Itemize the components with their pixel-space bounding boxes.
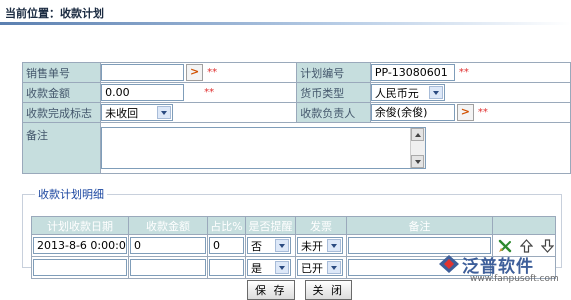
currency-select[interactable]: 人民币元 — [370, 84, 445, 101]
col-amount-header: 收款金额 — [128, 216, 208, 235]
required-mark: ** — [207, 67, 218, 78]
close-button[interactable]: 关 闭 — [304, 280, 352, 300]
col-actions-header — [492, 216, 556, 235]
row-date-input[interactable] — [33, 259, 127, 276]
chevron-down-icon — [428, 86, 443, 99]
col-invoice-header: 发票 — [295, 216, 347, 235]
scroll-up-icon[interactable] — [411, 128, 425, 141]
plan-form: 销售单号 > ** 计划编号 PP-13080601 ** 收款金额 0.00 ** … — [21, 62, 571, 174]
owner-label: 收款负责人 — [296, 102, 371, 123]
table-header-row: 计划收款日期 收款金额 占比% 是否提醒 发票 备注 — [31, 216, 556, 235]
col-date-header: 计划收款日期 — [31, 216, 129, 235]
sales-no-input[interactable] — [101, 64, 185, 81]
done-flag-label: 收款完成标志 — [21, 102, 102, 123]
chevron-down-icon — [327, 261, 341, 274]
save-button[interactable]: 保 存 — [247, 280, 295, 300]
sales-no-label: 销售单号 — [21, 62, 102, 83]
arrow-up-icon[interactable] — [519, 238, 533, 253]
row-pct-input[interactable]: 0 — [209, 237, 244, 254]
breadcrumb: 当前位置：收款计划 — [5, 7, 104, 20]
required-mark: ** — [458, 67, 469, 78]
chevron-down-icon — [275, 239, 289, 252]
sales-no-picker-button[interactable]: > — [186, 64, 204, 81]
row-remind-select[interactable]: 否 — [247, 237, 291, 254]
row-invoice-select[interactable]: 未开 — [297, 237, 343, 254]
row-pct-input[interactable] — [209, 259, 244, 276]
plan-detail-legend: 收款计划明细 — [38, 188, 104, 201]
col-note-header: 备注 — [346, 216, 493, 235]
plan-no-label: 计划编号 — [296, 62, 371, 83]
owner-picker-button[interactable]: > — [456, 104, 474, 121]
arrow-down-icon[interactable] — [540, 239, 554, 253]
row-invoice-select[interactable]: 已开 — [297, 259, 343, 276]
watermark-url: www.fanpusoft.com — [470, 274, 559, 284]
remark-textarea[interactable] — [101, 127, 427, 169]
amount-label: 收款金额 — [21, 82, 102, 103]
currency-label: 货币类型 — [296, 82, 371, 103]
chevron-down-icon — [157, 106, 172, 119]
remark-scrollbar[interactable] — [410, 128, 426, 168]
chevron-down-icon — [327, 239, 341, 252]
col-pct-header: 占比% — [207, 216, 246, 235]
scroll-down-icon[interactable] — [411, 155, 425, 168]
amount-input[interactable]: 0.00 — [101, 84, 185, 101]
required-mark: ** — [204, 87, 215, 98]
row-date-input[interactable]: 2013-8-6 0:00:00 — [33, 237, 127, 254]
required-mark: ** — [477, 107, 488, 118]
delete-icon[interactable] — [498, 239, 512, 253]
row-amount-input[interactable]: 0 — [130, 237, 206, 254]
done-flag-select[interactable]: 未收回 — [101, 104, 174, 121]
footer-buttons: 保 存关 闭 — [247, 280, 362, 300]
owner-input[interactable]: 余俊(余俊) — [370, 104, 455, 121]
plan-no-input[interactable]: PP-13080601 — [370, 64, 455, 81]
remark-label: 备注 — [21, 122, 102, 174]
chevron-down-icon — [275, 261, 289, 274]
row-amount-input[interactable] — [130, 259, 206, 276]
row-remind-select[interactable]: 是 — [247, 259, 291, 276]
fanpu-logo-icon — [439, 255, 459, 273]
breadcrumb-divider — [0, 22, 571, 25]
col-remind-header: 是否提醒 — [245, 216, 296, 235]
